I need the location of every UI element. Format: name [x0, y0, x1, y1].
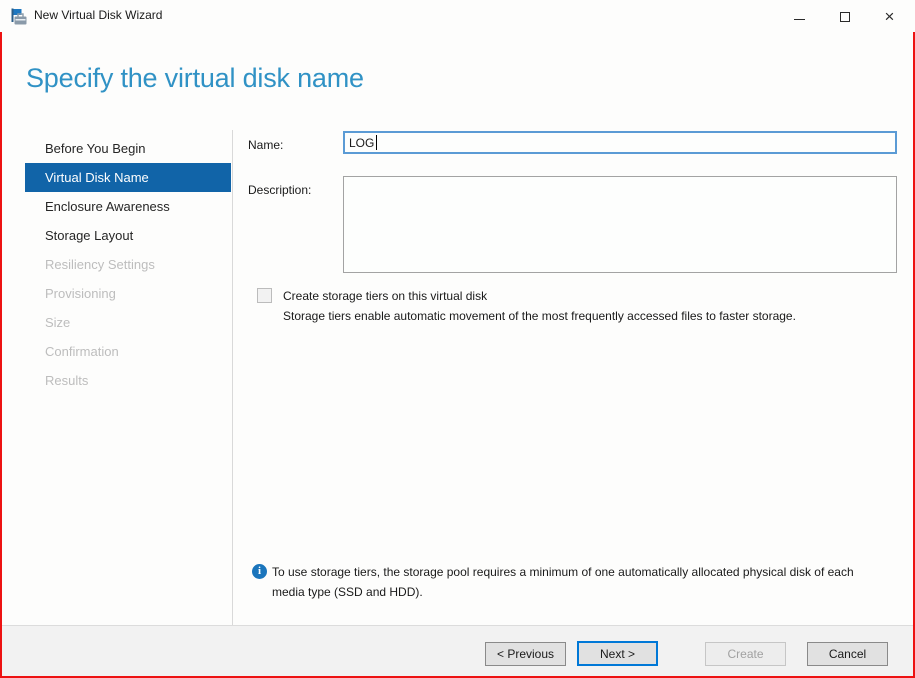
text-caret	[376, 135, 377, 150]
cancel-button[interactable]: Cancel	[807, 642, 888, 666]
page-title: Specify the virtual disk name	[26, 63, 364, 94]
previous-button[interactable]: < Previous	[485, 642, 566, 666]
info-note-text: To use storage tiers, the storage pool r…	[272, 562, 854, 602]
name-input[interactable]	[343, 131, 897, 154]
info-icon: i	[252, 564, 267, 579]
wizard-steps-sidebar: Before You Begin Virtual Disk Name Enclo…	[25, 134, 231, 395]
sidebar-item-virtual-disk-name[interactable]: Virtual Disk Name	[25, 163, 231, 192]
sidebar-item-provisioning: Provisioning	[25, 279, 231, 308]
sidebar-item-storage-layout[interactable]: Storage Layout	[25, 221, 231, 250]
next-button[interactable]: Next >	[577, 641, 658, 666]
sidebar-item-confirmation: Confirmation	[25, 337, 231, 366]
minimize-icon	[794, 19, 805, 20]
minimize-button[interactable]	[777, 2, 822, 31]
description-input[interactable]	[343, 176, 897, 273]
server-manager-wizard-icon	[10, 8, 27, 25]
sidebar-item-resiliency-settings: Resiliency Settings	[25, 250, 231, 279]
create-storage-tiers-label: Create storage tiers on this virtual dis…	[283, 289, 487, 303]
create-button: Create	[705, 642, 786, 666]
window-controls: ×	[777, 2, 912, 31]
sidebar-item-enclosure-awareness[interactable]: Enclosure Awareness	[25, 192, 231, 221]
storage-tiers-hint: Storage tiers enable automatic movement …	[283, 307, 861, 326]
name-label: Name:	[248, 138, 283, 152]
titlebar: New Virtual Disk Wizard ×	[0, 0, 915, 32]
create-storage-tiers-checkbox	[257, 288, 272, 303]
sidebar-item-before-you-begin[interactable]: Before You Begin	[25, 134, 231, 163]
sidebar-item-results: Results	[25, 366, 231, 395]
sidebar-item-size: Size	[25, 308, 231, 337]
maximize-button[interactable]	[822, 2, 867, 31]
close-button[interactable]: ×	[867, 2, 912, 31]
window-title: New Virtual Disk Wizard	[34, 0, 162, 31]
maximize-icon	[840, 12, 850, 22]
sidebar-divider	[232, 130, 233, 625]
close-icon: ×	[885, 8, 895, 25]
wizard-window: New Virtual Disk Wizard × Specify the vi…	[0, 0, 915, 678]
name-field-wrap	[343, 131, 897, 154]
description-label: Description:	[248, 183, 311, 197]
